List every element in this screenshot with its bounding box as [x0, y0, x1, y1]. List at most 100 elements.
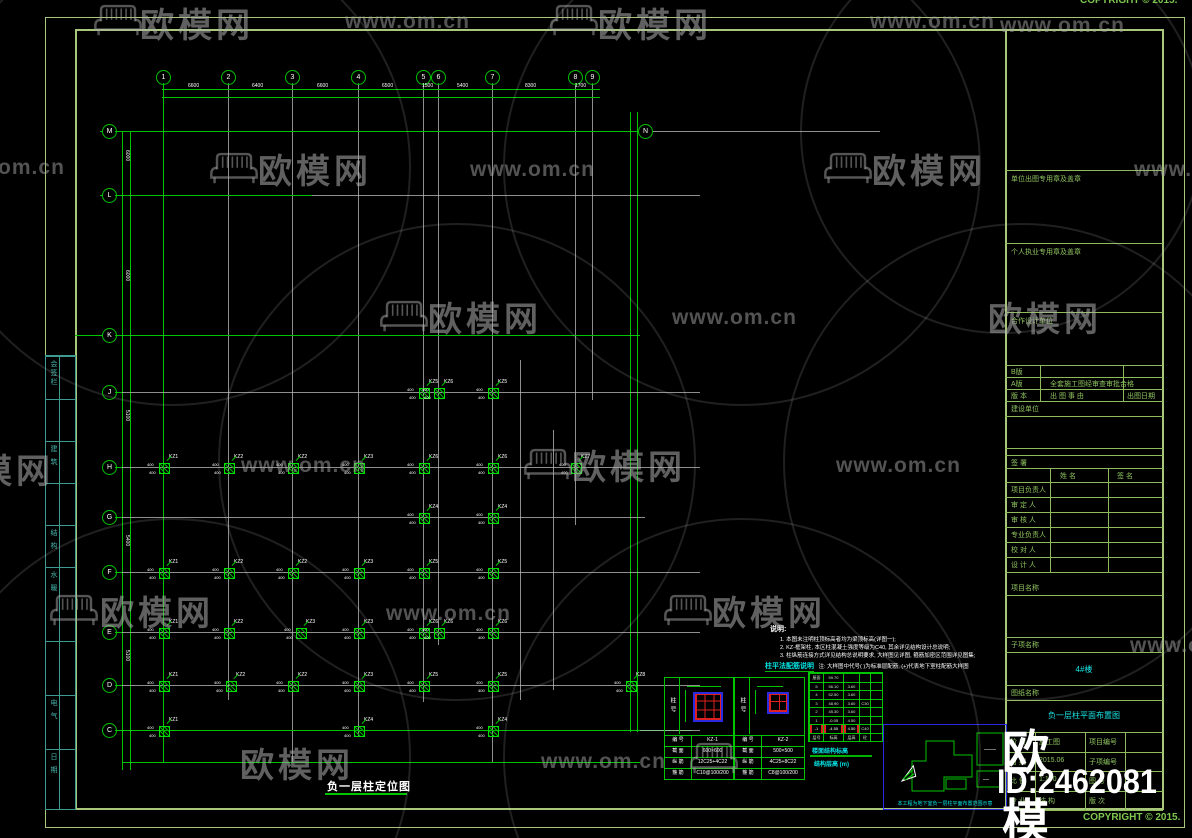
column-dim: 400: [407, 387, 414, 392]
column-dim: 400: [342, 567, 349, 572]
tb-hline: [1005, 365, 1163, 366]
notes-sub-text: 注: 大样图中代号( )为标准层配筋, (+)代表地下室柱配筋大样图: [818, 664, 969, 670]
elev-cell: 层高: [843, 732, 859, 741]
title-block: 单位出图专用章及盖章 个人执业专用章及盖章 合作设计单位 B版 A版 全套施工图经审查审批…: [1005, 30, 1163, 811]
elev-cell: 48.90: [823, 698, 843, 707]
elev-cell: [843, 673, 859, 682]
elev-cell: 标高: [823, 732, 843, 741]
column-dim: 400: [149, 575, 156, 580]
tb-bottom-cell: 专 业: [1010, 797, 1026, 805]
column-dim: 400: [286, 635, 293, 640]
dimension-text: 5100: [124, 410, 130, 422]
detail-table-row: 编 号 KZ-2: [735, 735, 804, 746]
elev-cell: 3.60: [843, 698, 859, 707]
elev-cell: 3.60: [843, 690, 859, 699]
notes-sub-heading: 柱平法配筋说明: [765, 663, 814, 672]
elev-cell: 45.30: [823, 707, 843, 716]
tb-sheet-label: 图纸名称: [1011, 690, 1039, 697]
signoff-cell: 电 气: [46, 695, 75, 750]
column-dim: 400: [476, 680, 483, 685]
tb-hline: [1005, 243, 1163, 244]
signoff-label: 日 期: [50, 753, 57, 775]
elev-cell: 4: [809, 690, 823, 699]
elev-cell: 59.70: [823, 673, 843, 682]
column-dim: 400: [214, 680, 221, 685]
axis-leader: [492, 83, 493, 84]
column-dim: 400: [407, 462, 414, 467]
elev-cell: C30: [859, 698, 870, 707]
notes-heading: 说明:: [770, 626, 787, 633]
signoff-cell: [46, 399, 75, 442]
axis-line-h: [110, 730, 692, 731]
grid-line-v: [520, 360, 521, 700]
signoff-cell: [46, 641, 75, 696]
tb-hline: [1005, 652, 1163, 653]
tb-stamp-personal: 个人执业专用章及盖章: [1011, 249, 1081, 256]
column-dim: 400: [409, 520, 416, 525]
column-dim: 400: [478, 520, 485, 525]
tb-sub-label: 子项名称: [1011, 642, 1039, 649]
detail-table-row: 纵 筋 12C25+4C22: [665, 757, 733, 768]
column-symbol: [224, 628, 235, 639]
detail-table-key: 箍 筋: [665, 769, 692, 779]
column-dim: 400: [149, 733, 156, 738]
notes-block: 说明: 1. 本图未注明柱顶标高者均为梁顶标高(详图一); 2. KZ-框架柱, …: [770, 618, 1000, 660]
tb-hline: [1005, 389, 1163, 390]
signoff-cell: 会签栏: [46, 356, 75, 400]
tb-hline: [1005, 312, 1163, 313]
column-dim: 400: [278, 688, 285, 693]
elev-cell: [859, 681, 870, 690]
column-symbol: [571, 463, 582, 474]
grid-line-h: [110, 632, 700, 633]
signoff-strip: 会签栏建 筑结 构水 暖电 气日 期: [45, 355, 76, 810]
detail-table-value: 12C25+4C22: [697, 759, 728, 765]
column-dim: 400: [409, 395, 416, 400]
elev-cell: 4.50: [843, 724, 859, 733]
detail-table-value: C10@100/200: [696, 770, 729, 776]
tb-project-label: 项目名称: [1011, 585, 1039, 592]
tb-hline: [1005, 401, 1163, 402]
tb-bottom-cell: 1:100: [1039, 776, 1057, 783]
column-dim: 400: [407, 627, 414, 632]
column-dim: 400: [342, 680, 349, 685]
section-rebar-grid: [769, 694, 787, 712]
detail-table-value: KZ-1: [707, 737, 718, 743]
column-dim: 400: [212, 567, 219, 572]
column-dim: 400: [147, 680, 154, 685]
axis-line-v: [122, 131, 123, 770]
keyplan-arrow: [900, 764, 917, 783]
keyplan-drawing: —— —: [900, 732, 1004, 792]
signoff-cell: 建 筑: [46, 441, 75, 484]
keyplan-box: —— — 本工程为地下室负一层柱平面布置范围示意: [883, 724, 1007, 810]
elev-cell: [870, 707, 882, 716]
keyplan-caption: 本工程为地下室负一层柱平面布置范围示意: [897, 801, 993, 807]
column-dim: 400: [344, 575, 351, 580]
column-dim: 400: [344, 733, 351, 738]
column-symbol: [288, 463, 299, 474]
grid-line-h: [110, 685, 700, 686]
grid-line-h: [110, 392, 700, 393]
column-symbol: [488, 726, 499, 737]
elev-cell: [859, 715, 870, 724]
detail-table-row: 纵 筋 4C25+8C22: [735, 757, 804, 768]
section-dim-line: [755, 690, 756, 714]
tb-hline: [1005, 448, 1163, 449]
section-dim-line: [757, 686, 783, 687]
tb-sign-row-label: 专业负责人: [1011, 532, 1046, 539]
column-dim: 400: [342, 725, 349, 730]
dimension-text: 6600: [188, 83, 200, 89]
plan-title: 负一层柱定位图: [327, 781, 411, 793]
column-section: [693, 692, 723, 722]
axis-leader: [228, 83, 229, 84]
tb-version-cell: 出 图 事 由: [1050, 393, 1084, 400]
tb-vline: [1125, 732, 1126, 810]
column-symbol: [159, 568, 170, 579]
column-dim: 400: [147, 725, 154, 730]
grid-line-h: [110, 467, 700, 468]
tb-vline: [1123, 365, 1124, 401]
dimension-text: 5100: [124, 650, 130, 662]
column-symbol: [159, 628, 170, 639]
elev-cell: [859, 707, 870, 716]
column-dim: 400: [616, 688, 623, 693]
tb-sign-header: 签 署: [1011, 460, 1027, 467]
